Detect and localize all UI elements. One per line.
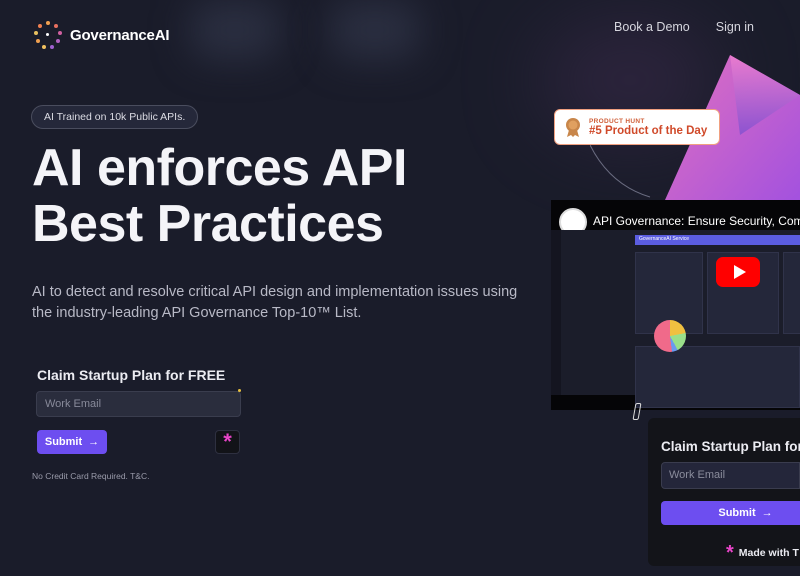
- made-with-badge[interactable]: * Made with T: [726, 543, 799, 563]
- thumbnail-header-text: GovernanceAI Service: [639, 236, 690, 242]
- play-icon: [733, 265, 746, 279]
- headline-line-2: Best Practices: [32, 195, 384, 253]
- medal-icon: [566, 118, 580, 137]
- video-thumbnail: GovernanceAI Service: [551, 230, 800, 408]
- brand-name: GovernanceAI: [70, 26, 170, 44]
- background-blur: [330, 0, 420, 60]
- fineprint: No Credit Card Required. T&C.: [32, 471, 150, 481]
- asterisk-icon: *: [726, 542, 734, 564]
- embedded-form-title: Claim Startup Plan for I: [661, 439, 800, 454]
- hero-headline: AI enforces API Best Practices: [32, 140, 407, 252]
- headline-line-1: AI enforces API: [32, 139, 407, 197]
- thumbnail-table: [635, 346, 800, 408]
- logo-dots-icon: [34, 21, 62, 49]
- submit-button[interactable]: Submit →: [37, 430, 107, 454]
- submit-label: Submit: [44, 436, 83, 448]
- thumbnail-card: [783, 252, 800, 334]
- arrow-right-icon: →: [88, 436, 100, 448]
- thumbnail-sidebar: [551, 230, 561, 395]
- embedded-email-input[interactable]: Work Email: [661, 462, 800, 489]
- sign-in-link[interactable]: Sign in: [716, 20, 754, 34]
- top-nav: Book a Demo Sign in: [614, 20, 754, 34]
- hero-subtext: AI to detect and resolve critical API de…: [32, 284, 518, 321]
- asterisk-icon[interactable]: *: [215, 430, 240, 454]
- trained-badge: AI Trained on 10k Public APIs.: [31, 105, 199, 129]
- video-player[interactable]: API Governance: Ensure Security, Comp Go…: [551, 200, 800, 410]
- brand-logo[interactable]: GovernanceAI: [34, 21, 170, 49]
- work-email-input[interactable]: [36, 391, 241, 417]
- arrow-right-icon: →: [761, 507, 773, 519]
- play-button[interactable]: [716, 257, 760, 287]
- embedded-submit-button[interactable]: Submit →: [661, 501, 800, 525]
- embedded-submit-label: Submit: [718, 507, 756, 519]
- book-demo-link[interactable]: Book a Demo: [614, 20, 690, 34]
- thumbnail-pie-chart: [654, 320, 686, 352]
- background-blur: [190, 0, 280, 60]
- made-with-label: Made with T: [738, 547, 799, 559]
- product-hunt-label: PRODUCT HUNT: [589, 117, 645, 125]
- product-hunt-badge[interactable]: PRODUCT HUNT #5 Product of the Day: [554, 109, 720, 145]
- signup-form-title: Claim Startup Plan for FREE: [37, 367, 226, 383]
- status-dot: [238, 389, 241, 392]
- product-hunt-rank: #5 Product of the Day: [589, 124, 708, 137]
- video-title[interactable]: API Governance: Ensure Security, Comp: [593, 214, 800, 228]
